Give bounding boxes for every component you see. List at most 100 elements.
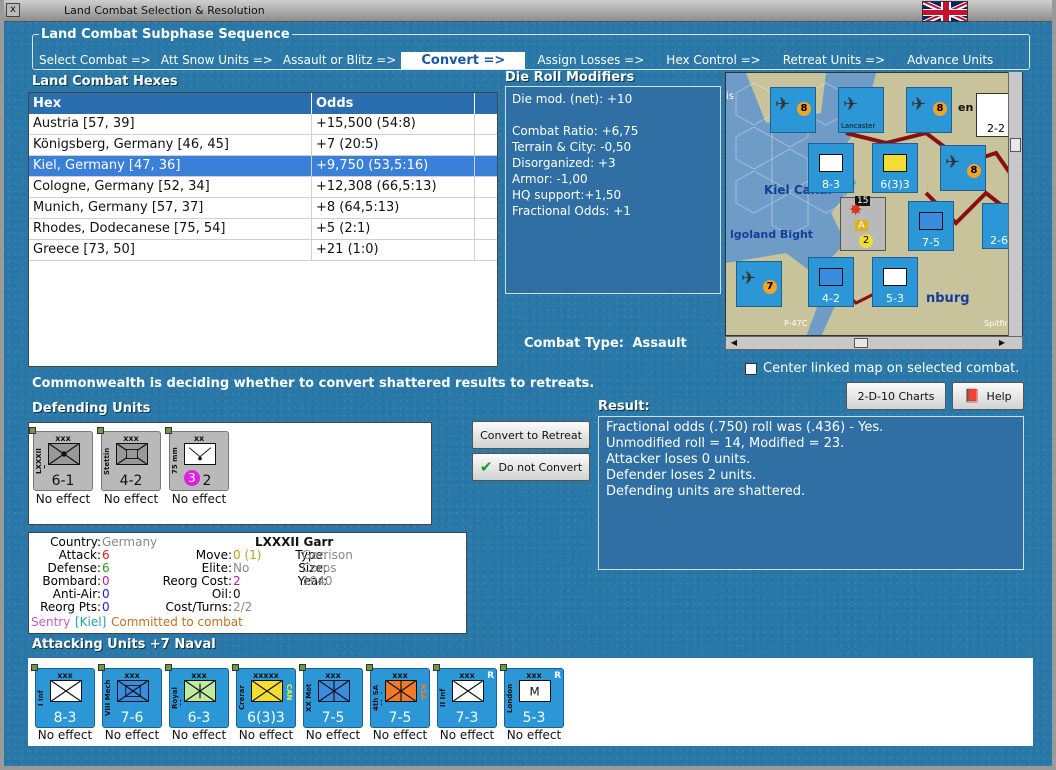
close-icon[interactable]: x [6, 3, 20, 17]
hex-cell: Austria [57, 39] [29, 114, 312, 134]
step-hex-control[interactable]: Hex Control => [666, 53, 760, 67]
plane-icon: ✈ [843, 94, 859, 115]
defending-title: Defending Units [32, 401, 151, 416]
result-line: Defending units are shattered. [606, 484, 806, 499]
marine-anchor-icon [184, 680, 216, 702]
drm-line: Terrain & City: -0,50 [512, 140, 632, 154]
map-horizontal-scrollbar[interactable]: ◀ ▶ [725, 336, 1023, 350]
step-convert[interactable]: Convert => [401, 51, 526, 69]
map-counter[interactable]: 5-3 [872, 257, 918, 307]
map-edge-label: is [726, 91, 734, 102]
map-air-counter[interactable]: 8 ✈ [770, 87, 816, 133]
table-row[interactable]: Austria [57, 39] +15,500 (54:8) [29, 114, 497, 135]
result-panel: Fractional odds (.750) roll was (.436) -… [598, 416, 1024, 570]
unit-counter[interactable]: xxx Royal Mar 6-3 [165, 664, 229, 728]
hex-cell: Königsberg, Germany [46, 45] [29, 135, 312, 155]
combat-type-value: Assault [632, 336, 687, 351]
unit-effect: No effect [506, 728, 562, 742]
step-advance-units[interactable]: Advance Units [907, 53, 993, 67]
table-row[interactable]: Greece [73, 50] +21 (1:0) [29, 240, 497, 261]
hex-cell: Greece [73, 50] [29, 240, 312, 260]
unit-counter[interactable]: xxxxx Crerar CAN 6(3)3 [232, 664, 296, 728]
unit-counter[interactable]: xxx 4th SA Mot RSA 7-5 [366, 664, 430, 728]
unit-nation: RSA [419, 684, 427, 700]
infantry-symbol-icon [452, 680, 484, 702]
convert-to-retreat-button[interactable]: Convert to Retreat [472, 421, 590, 449]
step-assign-losses[interactable]: Assign Losses => [537, 53, 644, 67]
status-dot [31, 664, 38, 671]
drm-line [512, 107, 714, 123]
unit-nation: CAN [285, 684, 293, 701]
map-air-counter[interactable]: 8 ✈ [940, 145, 986, 191]
map-selected-stack[interactable]: 15 A 2 ✸ [840, 196, 886, 251]
unit-effect: No effect [171, 492, 227, 506]
table-row-selected[interactable]: Kiel, Germany [47, 36] +9,750 (53,5:16) [29, 156, 497, 177]
reserve-badge: R [554, 671, 561, 681]
table-row[interactable]: Munich, Germany [57, 37] +8 (64,5:13) [29, 198, 497, 219]
map-counter[interactable]: 4-2 [808, 257, 854, 307]
checkbox-box[interactable] [745, 362, 757, 375]
air-strength: 7 [763, 280, 777, 294]
subphase-steps: Select Combat => Att Snow Units => Assau… [39, 51, 1027, 69]
unit-counter[interactable]: xxx I Inf 8-3 [31, 664, 95, 728]
window-title: Land Combat Selection & Resolution [64, 4, 265, 17]
map-counter[interactable]: 7-5 [908, 201, 954, 251]
info-value: 0 [102, 600, 110, 614]
step-assault-blitz[interactable]: Assault or Blitz => [283, 53, 396, 67]
help-button[interactable]: 📕 Help [952, 382, 1024, 410]
col-hex[interactable]: Hex [29, 93, 312, 114]
do-not-convert-button[interactable]: ✔ Do not Convert [472, 453, 590, 481]
unit-counter[interactable]: xxx Stettin 4-2 [97, 427, 161, 491]
svg-text:M: M [530, 685, 540, 699]
table-row[interactable]: Königsberg, Germany [46, 45] +7 (20:5) [29, 135, 497, 156]
linked-map[interactable]: Kiel Canal lgoland Bight nburg P-47C Spi… [725, 72, 1023, 336]
odds-cell: +9,750 (53,5:16) [312, 156, 475, 176]
step-retreat-units[interactable]: Retreat Units => [783, 53, 885, 67]
vscroll-thumb[interactable] [1010, 138, 1021, 152]
center-map-checkbox[interactable]: Center linked map on selected combat. [745, 361, 1019, 376]
unit-strength: 7-3 [455, 710, 479, 726]
status-dot [165, 664, 172, 671]
status-dot [29, 427, 36, 434]
table-row[interactable]: Rhodes, Dodecanese [75, 54] +5 (2:1) [29, 219, 497, 240]
map-counter[interactable]: 6(3)3 [872, 143, 918, 193]
counter-strength: 5-3 [886, 292, 904, 305]
unit-counter[interactable]: xx 75 mm 3 2 [165, 427, 229, 491]
counter-strength: 6(3)3 [880, 178, 910, 191]
combat-type-label: Combat Type: [524, 336, 624, 351]
hscroll-thumb[interactable] [854, 338, 868, 348]
unit-counter[interactable]: xxx XX Mot 7-5 [299, 664, 363, 728]
status-dot [165, 427, 172, 434]
map-vertical-scrollbar[interactable] [1008, 72, 1022, 336]
unit-strength: 7-5 [388, 710, 412, 726]
counter-strength: 8-3 [822, 178, 840, 191]
hq-symbol-icon [251, 680, 283, 702]
unit-counter[interactable]: xxx VIII Mech 7-6 [98, 664, 162, 728]
scroll-right-icon[interactable]: ▶ [996, 338, 1008, 348]
map-air-counter[interactable]: 7 ✈ [736, 261, 782, 307]
table-row[interactable]: Cologne, Germany [52, 34] +12,308 (66,5:1… [29, 177, 497, 198]
garrison-symbol-icon [48, 443, 80, 465]
step-att-snow[interactable]: Att Snow Units => [161, 53, 273, 67]
unit-counter[interactable]: xxx R II Inf 7-3 [433, 664, 497, 728]
map-air-counter[interactable]: ✈ Lancaster [838, 87, 884, 133]
militia-symbol-icon: M [519, 680, 551, 702]
scroll-left-icon[interactable]: ◀ [728, 338, 740, 348]
unit-strength: 6(3)3 [247, 710, 285, 726]
hex-cell: Kiel, Germany [47, 36] [29, 156, 312, 176]
drm-line: Die mod. (net): +10 [512, 92, 633, 106]
unit-counter[interactable]: xxx R London M 5-3 [500, 664, 564, 728]
map-label: nburg [926, 291, 970, 306]
counter-strength: 7-5 [922, 236, 940, 249]
map-counter[interactable]: 8-3 [808, 143, 854, 193]
unit-strength: 6-3 [187, 710, 211, 726]
subphase-title: Land Combat Subphase Sequence [39, 27, 292, 42]
col-odds[interactable]: Odds [312, 93, 475, 114]
odds-cell: +15,500 (54:8) [312, 114, 475, 134]
unit-counter[interactable]: xxx LXXXII Garr 6-1 [29, 427, 93, 491]
charts-button[interactable]: 2-D-10 Charts [846, 382, 946, 410]
map-air-counter[interactable]: 8 ✈ [906, 87, 952, 133]
hexes-header: Hex Odds [29, 93, 497, 114]
plane-icon: ✈ [911, 94, 927, 115]
step-select-combat[interactable]: Select Combat => [39, 53, 151, 67]
